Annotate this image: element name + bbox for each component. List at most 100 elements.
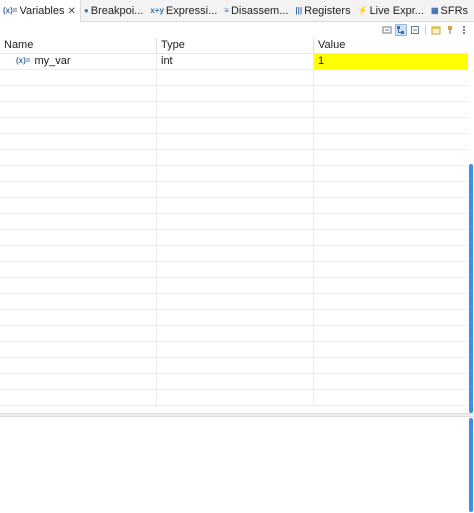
column-header-name[interactable]: Name <box>0 38 157 53</box>
detail-pane[interactable] <box>0 417 468 513</box>
pin-icon[interactable] <box>444 24 456 36</box>
empty-cell <box>314 102 468 117</box>
collapse-all-icon[interactable] <box>409 24 421 36</box>
empty-cell <box>157 214 314 229</box>
table-row[interactable]: (x)= my_var int 1 <box>0 54 468 70</box>
view-toolbar <box>381 22 474 38</box>
empty-cell <box>314 294 468 309</box>
registers-icon: ||| <box>295 6 303 15</box>
tab-label: Disassem... <box>230 5 289 17</box>
empty-cell <box>314 70 468 85</box>
empty-cell <box>157 166 314 181</box>
tab-label: Live Expr... <box>369 5 424 17</box>
empty-cell <box>0 86 157 101</box>
empty-cell <box>0 262 157 277</box>
empty-cell <box>157 310 314 325</box>
empty-cell <box>314 150 468 165</box>
empty-cell <box>157 198 314 213</box>
empty-table-row <box>0 70 468 86</box>
view-menu-icon[interactable] <box>458 24 470 36</box>
column-header-value[interactable]: Value <box>314 38 468 53</box>
empty-cell <box>157 358 314 373</box>
table-header: Name Type Value <box>0 38 468 54</box>
name-cell: (x)= my_var <box>0 54 157 69</box>
empty-cell <box>0 70 157 85</box>
empty-cell <box>314 214 468 229</box>
empty-table-row <box>0 246 468 262</box>
empty-cell <box>0 326 157 341</box>
toolbar-separator <box>425 25 426 35</box>
empty-cell <box>157 342 314 357</box>
value-cell[interactable]: 1 <box>314 54 468 69</box>
tab-variables[interactable]: (x)= Variables ✕ <box>0 0 81 22</box>
empty-cell <box>157 278 314 293</box>
empty-cell <box>0 278 157 293</box>
detail-pane-scrollbar-thumb[interactable] <box>469 418 473 512</box>
empty-table-row <box>0 182 468 198</box>
empty-cell <box>0 134 157 149</box>
empty-cell <box>0 246 157 261</box>
empty-cell <box>314 374 468 389</box>
close-icon[interactable]: ✕ <box>68 6 76 17</box>
tab-label: Breakpoi... <box>90 5 144 17</box>
empty-table-row <box>0 358 468 374</box>
empty-cell <box>157 182 314 197</box>
tab-disassembly[interactable]: ≡ Disassem... <box>221 0 292 22</box>
tab-label: Expressi... <box>165 5 218 17</box>
show-logical-structure-icon[interactable] <box>395 24 407 36</box>
empty-cell <box>314 358 468 373</box>
empty-cell <box>157 390 314 405</box>
empty-cell <box>0 230 157 245</box>
new-view-icon[interactable] <box>430 24 442 36</box>
disassembly-icon: ≡ <box>224 6 229 15</box>
empty-cell <box>314 182 468 197</box>
empty-table-row <box>0 294 468 310</box>
tab-sfrs[interactable]: ▦ SFRs <box>428 0 472 22</box>
tab-expressions[interactable]: x+y Expressi... <box>147 0 221 22</box>
empty-table-row <box>0 278 468 294</box>
empty-table-row <box>0 102 468 118</box>
variable-icon: (x)= <box>16 56 31 65</box>
tab-label: Registers <box>304 5 351 17</box>
tab-breakpoints[interactable]: ● Breakpoi... <box>81 0 147 22</box>
empty-cell <box>314 246 468 261</box>
live-expressions-icon: ⚡ <box>357 6 368 15</box>
sfrs-icon: ▦ <box>430 6 439 15</box>
empty-table-row <box>0 86 468 102</box>
empty-cell <box>157 294 314 309</box>
tab-live-expressions[interactable]: ⚡ Live Expr... <box>355 0 428 22</box>
empty-table-row <box>0 214 468 230</box>
empty-cell <box>314 86 468 101</box>
empty-cell <box>157 246 314 261</box>
tab-label: SFRs <box>440 5 469 17</box>
column-header-type[interactable]: Type <box>157 38 314 53</box>
empty-table-row <box>0 326 468 342</box>
empty-table-row <box>0 134 468 150</box>
empty-table-row <box>0 118 468 134</box>
empty-cell <box>0 390 157 405</box>
empty-cell <box>314 278 468 293</box>
empty-cell <box>0 214 157 229</box>
breakpoints-icon: ● <box>83 6 89 15</box>
empty-table-row <box>0 342 468 358</box>
empty-cell <box>314 342 468 357</box>
show-type-names-icon[interactable] <box>381 24 393 36</box>
empty-cell <box>157 262 314 277</box>
empty-cell <box>0 342 157 357</box>
empty-table-row <box>0 150 468 166</box>
empty-cell <box>0 166 157 181</box>
empty-cell <box>157 86 314 101</box>
empty-cell <box>0 102 157 117</box>
empty-cell <box>157 230 314 245</box>
vertical-scrollbar-thumb[interactable] <box>469 164 473 413</box>
tab-registers[interactable]: ||| Registers <box>292 0 354 22</box>
variable-name: my_var <box>34 55 71 67</box>
empty-cell <box>314 118 468 133</box>
empty-cell <box>0 374 157 389</box>
empty-cell <box>0 118 157 133</box>
empty-cell <box>157 70 314 85</box>
expressions-icon: x+y <box>150 6 164 15</box>
empty-cell <box>314 134 468 149</box>
tab-label: Variables <box>19 5 65 17</box>
empty-cell <box>0 294 157 309</box>
